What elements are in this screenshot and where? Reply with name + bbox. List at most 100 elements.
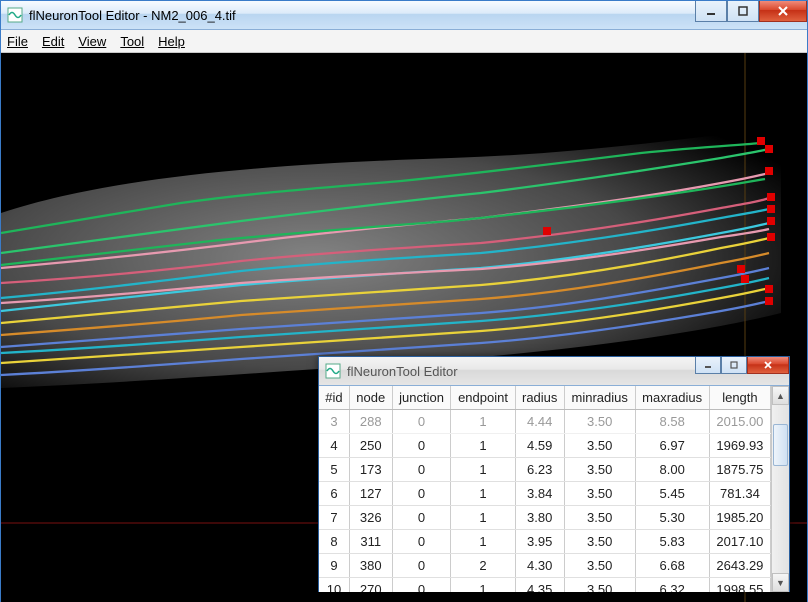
table-cell: 781.34 [709, 482, 770, 506]
app-icon [325, 363, 341, 379]
table-cell: 1 [451, 530, 515, 554]
endpoint-marker[interactable] [765, 145, 773, 153]
table-cell: 326 [349, 506, 392, 530]
table-cell: 5.30 [635, 506, 709, 530]
column-header[interactable]: maxradius [635, 386, 709, 410]
close-button[interactable] [759, 1, 807, 22]
table-cell: 8.58 [635, 410, 709, 434]
table-cell: 6.23 [515, 458, 564, 482]
table-row[interactable]: 7326013.803.505.301985.20 [319, 506, 771, 530]
table-cell: 3 [319, 410, 349, 434]
endpoint-marker[interactable] [737, 265, 745, 273]
endpoint-marker[interactable] [767, 233, 775, 241]
table-cell: 4.44 [515, 410, 564, 434]
table-cell: 5.45 [635, 482, 709, 506]
menu-file[interactable]: File [7, 34, 28, 49]
data-window-buttons [695, 357, 789, 385]
table-cell: 3.50 [564, 410, 635, 434]
table-cell: 3.84 [515, 482, 564, 506]
column-header[interactable]: node [349, 386, 392, 410]
table-cell: 3.50 [564, 506, 635, 530]
table-cell: 288 [349, 410, 392, 434]
menu-bar: File Edit View Tool Help [1, 30, 807, 53]
data-table-container: #idnodejunctionendpointradiusminradiusma… [319, 386, 789, 592]
table-cell: 3.80 [515, 506, 564, 530]
column-header[interactable]: length [709, 386, 770, 410]
table-cell: 5.83 [635, 530, 709, 554]
table-cell: 4.30 [515, 554, 564, 578]
menu-edit[interactable]: Edit [42, 34, 64, 49]
table-cell: 0 [392, 410, 451, 434]
table-cell: 9 [319, 554, 349, 578]
column-header[interactable]: endpoint [451, 386, 515, 410]
table-cell: 1 [451, 506, 515, 530]
endpoint-marker[interactable] [767, 193, 775, 201]
endpoint-marker[interactable] [741, 275, 749, 283]
endpoint-marker[interactable] [543, 227, 551, 235]
table-cell: 1985.20 [709, 506, 770, 530]
data-table[interactable]: #idnodejunctionendpointradiusminradiusma… [319, 386, 771, 592]
menu-view[interactable]: View [78, 34, 106, 49]
table-cell: 6 [319, 482, 349, 506]
table-cell: 250 [349, 434, 392, 458]
table-row[interactable]: 3288014.443.508.582015.00 [319, 410, 771, 434]
data-window: flNeuronTool Editor #idnodejunctionendpo… [318, 356, 790, 592]
table-cell: 3.50 [564, 530, 635, 554]
table-cell: 0 [392, 434, 451, 458]
table-cell: 4 [319, 434, 349, 458]
column-header[interactable]: radius [515, 386, 564, 410]
table-cell: 7 [319, 506, 349, 530]
window-buttons [695, 1, 807, 29]
table-row[interactable]: 8311013.953.505.832017.10 [319, 530, 771, 554]
table-row[interactable]: 6127013.843.505.45781.34 [319, 482, 771, 506]
table-row[interactable]: 5173016.233.508.001875.75 [319, 458, 771, 482]
table-row[interactable]: 10270014.353.506.321998.55 [319, 578, 771, 593]
data-title: flNeuronTool Editor [347, 364, 695, 379]
vertical-scrollbar[interactable]: ▲ ▼ [771, 386, 789, 592]
table-cell: 1 [451, 410, 515, 434]
data-minimize-button[interactable] [695, 357, 721, 374]
app-icon [7, 7, 23, 23]
table-cell: 1998.55 [709, 578, 770, 593]
data-close-button[interactable] [747, 357, 789, 374]
column-header[interactable]: junction [392, 386, 451, 410]
main-titlebar[interactable]: flNeuronTool Editor - NM2_006_4.tif [1, 1, 807, 30]
maximize-button[interactable] [727, 1, 759, 22]
table-cell: 3.50 [564, 554, 635, 578]
table-cell: 8 [319, 530, 349, 554]
table-row[interactable]: 4250014.593.506.971969.93 [319, 434, 771, 458]
endpoint-marker[interactable] [757, 137, 765, 145]
scroll-down-icon[interactable]: ▼ [772, 573, 789, 592]
data-maximize-button[interactable] [721, 357, 747, 374]
endpoint-marker[interactable] [767, 205, 775, 213]
table-cell: 0 [392, 554, 451, 578]
table-cell: 0 [392, 458, 451, 482]
column-header[interactable]: #id [319, 386, 349, 410]
data-titlebar[interactable]: flNeuronTool Editor [319, 357, 789, 386]
scroll-thumb[interactable] [773, 424, 788, 466]
endpoint-marker[interactable] [767, 217, 775, 225]
table-cell: 1 [451, 482, 515, 506]
table-cell: 2643.29 [709, 554, 770, 578]
menu-help[interactable]: Help [158, 34, 185, 49]
minimize-button[interactable] [695, 1, 727, 22]
table-cell: 380 [349, 554, 392, 578]
table-cell: 6.68 [635, 554, 709, 578]
scroll-up-icon[interactable]: ▲ [772, 386, 789, 405]
endpoint-marker[interactable] [765, 297, 773, 305]
table-cell: 3.50 [564, 578, 635, 593]
table-cell: 0 [392, 530, 451, 554]
endpoint-marker[interactable] [765, 167, 773, 175]
endpoint-marker[interactable] [765, 285, 773, 293]
table-cell: 1 [451, 434, 515, 458]
main-title: flNeuronTool Editor - NM2_006_4.tif [29, 8, 695, 23]
table-row[interactable]: 9380024.303.506.682643.29 [319, 554, 771, 578]
table-cell: 127 [349, 482, 392, 506]
table-cell: 270 [349, 578, 392, 593]
table-cell: 3.95 [515, 530, 564, 554]
table-cell: 6.32 [635, 578, 709, 593]
table-cell: 0 [392, 506, 451, 530]
menu-tool[interactable]: Tool [120, 34, 144, 49]
column-header[interactable]: minradius [564, 386, 635, 410]
table-cell: 5 [319, 458, 349, 482]
